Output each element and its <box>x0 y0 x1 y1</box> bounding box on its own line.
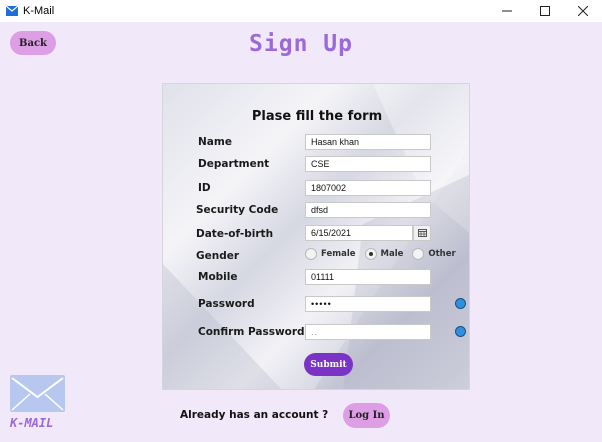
login-prompt-text: Already has an account ? <box>180 409 329 421</box>
id-field[interactable]: 1807002 <box>305 180 431 196</box>
gender-female-radio[interactable]: Female <box>305 248 356 260</box>
calendar-icon <box>417 229 427 237</box>
radio-circle-icon <box>412 248 425 260</box>
window-titlebar: K-Mail <box>0 0 602 22</box>
maximize-icon <box>540 6 550 16</box>
date-picker-button[interactable] <box>413 225 431 241</box>
confirm-password-label: Confirm Password <box>198 326 305 338</box>
name-label: Name <box>198 136 232 148</box>
gender-other-label: Other <box>428 249 456 259</box>
logo <box>10 375 65 412</box>
dob-label: Date-of-birth <box>196 228 274 240</box>
name-field[interactable]: Hasan khan <box>305 134 431 150</box>
gender-female-label: Female <box>321 249 356 259</box>
department-field[interactable]: CSE <box>305 156 431 172</box>
mail-app-icon <box>6 6 18 16</box>
form-heading: Plase fill the form <box>251 109 383 124</box>
envelope-icon <box>10 375 65 412</box>
signup-form: Plase fill the form Name Hasan khan Depa… <box>162 83 470 390</box>
mobile-field[interactable]: 01111 <box>305 269 431 285</box>
page-title: Sign Up <box>249 31 353 57</box>
password-label: Password <box>198 298 255 310</box>
confirm-password-indicator-icon[interactable] <box>455 326 466 337</box>
close-icon <box>578 6 588 16</box>
gender-radio-group: Female Male Other <box>305 248 465 260</box>
submit-button[interactable]: Submit <box>304 353 353 376</box>
password-field[interactable]: ••••• <box>305 296 431 312</box>
logo-text: K-MAIL <box>10 416 54 430</box>
minimize-button[interactable] <box>488 0 526 22</box>
minimize-icon <box>502 10 512 12</box>
department-label: Department <box>198 158 270 170</box>
gender-male-label: Male <box>380 249 404 259</box>
id-label: ID <box>198 182 211 194</box>
password-indicator-icon[interactable] <box>455 298 466 309</box>
radio-circle-icon <box>305 248 317 260</box>
dob-field[interactable]: 6/15/2021 <box>305 225 413 241</box>
close-button[interactable] <box>564 0 602 22</box>
gender-label: Gender <box>196 250 240 262</box>
mobile-label: Mobile <box>198 271 238 283</box>
maximize-button[interactable] <box>526 0 564 22</box>
confirm-password-field[interactable]: .. <box>305 324 431 340</box>
window-title: K-Mail <box>23 5 55 17</box>
security-code-label: Security Code <box>196 204 279 216</box>
gender-other-radio[interactable]: Other <box>412 248 456 260</box>
gender-male-radio[interactable]: Male <box>364 248 404 260</box>
login-button[interactable]: Log In <box>343 403 390 428</box>
security-code-field[interactable]: dfsd <box>305 202 431 218</box>
radio-selected-icon <box>364 248 377 260</box>
